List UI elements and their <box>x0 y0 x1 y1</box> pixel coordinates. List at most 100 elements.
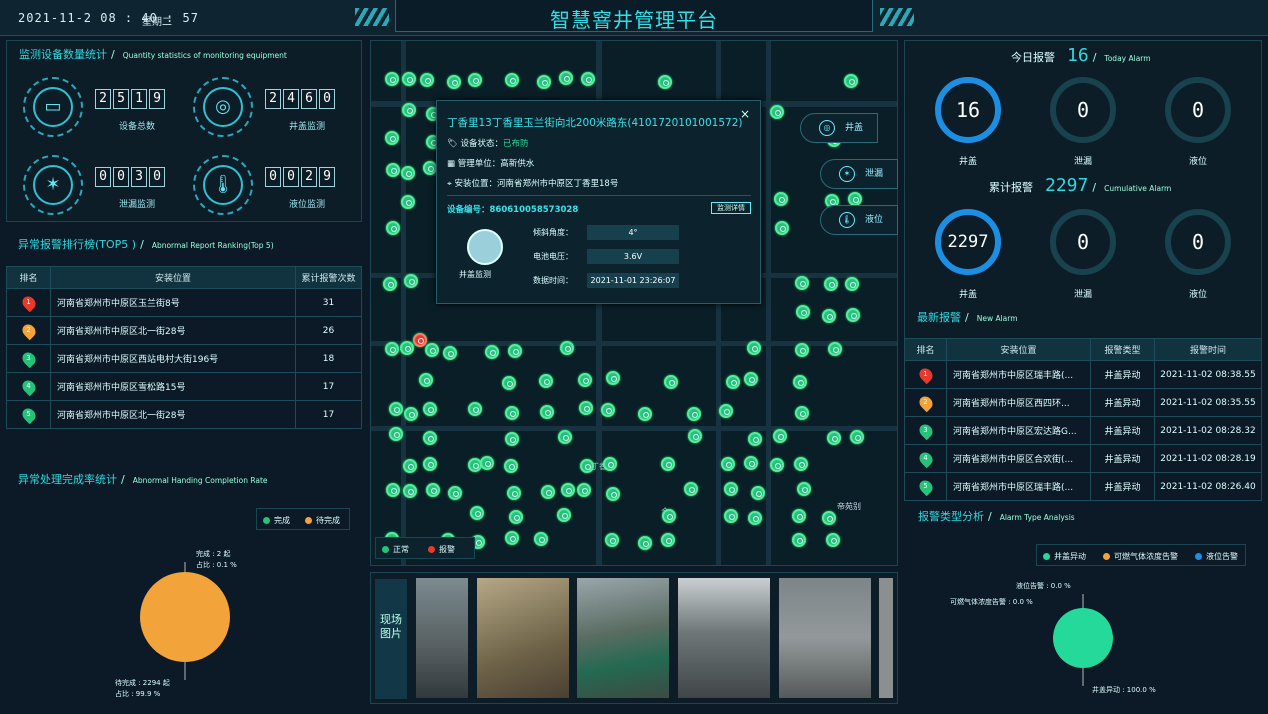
table-row[interactable]: 4 河南省郑州市中原区雪松路15号 17 <box>6 372 362 401</box>
device-marker[interactable] <box>721 457 736 472</box>
table-row[interactable]: 2 河南省郑州市中原区西四环... 井盖异动 2021-11-02 08:35.55 <box>904 388 1262 417</box>
device-marker[interactable] <box>824 277 839 292</box>
device-marker[interactable] <box>447 486 462 501</box>
site-photo[interactable] <box>577 578 669 698</box>
device-marker[interactable] <box>750 486 765 501</box>
device-marker[interactable] <box>746 341 761 356</box>
device-marker[interactable] <box>419 373 434 388</box>
device-marker[interactable] <box>388 427 403 442</box>
device-marker[interactable] <box>388 401 403 416</box>
device-marker[interactable] <box>539 374 554 388</box>
device-marker[interactable] <box>660 533 675 548</box>
device-marker[interactable] <box>687 406 702 421</box>
device-marker[interactable] <box>687 428 702 443</box>
device-marker[interactable] <box>557 508 572 523</box>
table-row[interactable]: 5 河南省郑州市中原区北一街28号 17 <box>6 400 362 429</box>
device-marker[interactable] <box>557 430 572 445</box>
device-marker[interactable] <box>601 403 616 418</box>
device-marker[interactable] <box>791 508 806 523</box>
device-marker[interactable] <box>828 342 843 357</box>
monitor-detail-button[interactable]: 监测详情 <box>711 202 751 214</box>
device-marker[interactable] <box>743 371 758 386</box>
device-marker[interactable] <box>825 533 840 548</box>
device-marker[interactable] <box>719 403 734 418</box>
device-marker[interactable] <box>507 486 522 501</box>
device-marker[interactable] <box>385 71 400 86</box>
device-marker[interactable] <box>663 374 678 389</box>
alarm-marker[interactable] <box>413 333 427 347</box>
site-photo[interactable] <box>678 578 770 698</box>
site-photo[interactable] <box>779 578 871 698</box>
device-marker[interactable] <box>399 341 414 356</box>
device-marker[interactable] <box>484 344 499 359</box>
device-marker[interactable] <box>404 273 419 288</box>
device-marker[interactable] <box>826 431 841 446</box>
device-marker[interactable] <box>467 73 482 88</box>
device-marker[interactable] <box>769 104 784 119</box>
filter-leak-button[interactable]: ✶ 泄漏 <box>820 159 898 189</box>
device-marker[interactable] <box>747 511 762 526</box>
device-marker[interactable] <box>560 483 575 498</box>
device-marker[interactable] <box>725 374 740 389</box>
device-marker[interactable] <box>420 72 435 87</box>
device-marker[interactable] <box>724 508 739 523</box>
table-row[interactable]: 1 河南省郑州市中原区瑞丰路(... 井盖异动 2021-11-02 08:38.55 <box>904 360 1262 389</box>
device-marker[interactable] <box>637 535 652 550</box>
device-marker[interactable] <box>504 458 519 473</box>
device-marker[interactable] <box>508 344 523 359</box>
filter-manhole-button[interactable]: ◎ 井盖 <box>800 113 878 143</box>
device-marker[interactable] <box>578 373 592 388</box>
device-marker[interactable] <box>468 401 483 416</box>
device-marker[interactable] <box>748 431 763 446</box>
device-marker[interactable] <box>794 342 809 357</box>
device-marker[interactable] <box>796 305 811 320</box>
device-marker[interactable] <box>385 163 400 178</box>
table-row[interactable]: 3 河南省郑州市中原区宏达路G... 井盖异动 2021-11-02 08:28.32 <box>904 416 1262 445</box>
device-marker[interactable] <box>576 483 591 498</box>
device-marker[interactable] <box>558 71 573 86</box>
device-marker[interactable] <box>580 71 595 86</box>
device-marker[interactable] <box>769 458 784 473</box>
device-marker[interactable] <box>794 276 809 291</box>
filter-liquid-button[interactable]: 🌡︎ 液位 <box>820 205 898 235</box>
device-marker[interactable] <box>846 308 861 323</box>
device-marker[interactable] <box>606 486 621 501</box>
device-marker[interactable] <box>422 401 437 416</box>
device-marker[interactable] <box>602 457 617 472</box>
device-marker[interactable] <box>658 74 673 89</box>
device-marker[interactable] <box>794 457 809 472</box>
device-marker[interactable] <box>537 74 552 89</box>
device-marker[interactable] <box>422 456 437 471</box>
table-row[interactable]: 1 河南省郑州市中原区玉兰街8号 31 <box>6 288 362 317</box>
device-marker[interactable] <box>504 406 519 421</box>
device-marker[interactable] <box>400 194 415 209</box>
device-marker[interactable] <box>791 533 806 548</box>
device-marker[interactable] <box>578 401 593 416</box>
device-marker[interactable] <box>822 510 837 525</box>
device-marker[interactable] <box>637 406 652 421</box>
device-marker[interactable] <box>744 456 759 471</box>
device-marker[interactable] <box>773 429 788 444</box>
device-marker[interactable] <box>442 345 457 360</box>
device-marker[interactable] <box>605 371 620 386</box>
device-marker[interactable] <box>504 531 519 546</box>
device-marker[interactable] <box>382 277 397 292</box>
device-marker[interactable] <box>402 483 417 498</box>
device-marker[interactable] <box>400 166 415 181</box>
device-marker[interactable] <box>843 73 858 88</box>
device-marker[interactable] <box>844 277 859 292</box>
device-marker[interactable] <box>501 376 516 391</box>
device-marker[interactable] <box>793 374 808 389</box>
site-photo[interactable] <box>477 578 569 698</box>
device-marker[interactable] <box>540 484 555 499</box>
device-marker[interactable] <box>821 308 836 323</box>
device-marker[interactable] <box>579 459 594 474</box>
device-marker[interactable] <box>683 482 698 497</box>
site-photo[interactable] <box>879 578 893 698</box>
device-marker[interactable] <box>534 532 549 547</box>
device-marker[interactable] <box>508 509 523 524</box>
device-marker[interactable] <box>796 482 811 497</box>
device-marker[interactable] <box>426 482 441 497</box>
device-marker[interactable] <box>384 342 399 357</box>
device-marker[interactable] <box>774 221 789 236</box>
